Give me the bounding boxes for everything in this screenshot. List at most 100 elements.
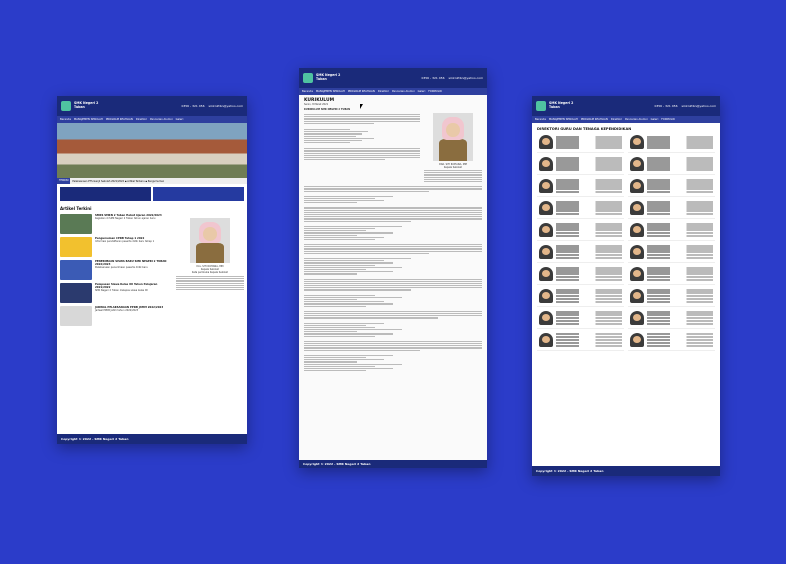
site-brand[interactable]: SMK Negeri 2 Tuban: [303, 73, 340, 83]
page-title: DIREKTORI GURU DAN TENAGA KEPENDIDIKAN: [537, 127, 632, 131]
staff-card[interactable]: [628, 287, 715, 307]
email-text: smkn2tbn@yahoo.com: [448, 76, 483, 80]
staff-card[interactable]: [628, 155, 715, 175]
footer-copyright: Copyright © 2022 - SMK Negeri 2 Tuban: [303, 462, 371, 466]
article-item[interactable]: Pengumuman CPDB Tahap 1 2022 Informasi pe…: [60, 237, 172, 257]
article-item[interactable]: PENERIMAAN SISWA BARU SMK NEGERI 2 TUBAN…: [60, 260, 172, 280]
footer-copyright: Copyright © 2022 - SMK Negeri 2 Tuban: [61, 437, 129, 441]
staff-avatar: [630, 244, 644, 259]
footer-copyright: Copyright © 2022 - SMK Negeri 2 Tuban: [536, 469, 604, 473]
staff-card[interactable]: [628, 221, 715, 241]
staff-card[interactable]: [537, 309, 624, 329]
ad-banner-right[interactable]: [153, 187, 244, 201]
main-nav: Beranda MANAJEMEN SEKOLAH PROGRAM KEAHLIAN…: [299, 88, 487, 95]
phone-text: 0356 - 321 456: [654, 104, 678, 108]
site-header: SMK Negeri 2 Tuban 0356 - 321 456 smkn2tbn…: [299, 68, 487, 88]
article-excerpt: Pelaksanaan penerimaan peserta didik bar…: [95, 266, 148, 269]
school-logo: [61, 101, 71, 111]
site-brand[interactable]: SMK Negeri 2 Tuban: [61, 101, 98, 111]
staff-avatar: [630, 200, 644, 215]
staff-card[interactable]: [537, 265, 624, 285]
staff-avatar: [630, 222, 644, 237]
nav-alumni[interactable]: Pencarian Alumni: [150, 118, 173, 121]
site-header: SMK Negeri 2 Tuban 0356 - 321 456 smkn2tbn…: [532, 96, 720, 116]
staff-card[interactable]: [537, 177, 624, 197]
site-header: SMK Negeri 2 Tuban 0356 - 321 456 smkn2tbn…: [57, 96, 247, 116]
staff-card[interactable]: [537, 221, 624, 241]
phone-text: 0356 - 321 456: [181, 104, 205, 108]
principal-photo: [433, 113, 473, 161]
main-nav: Beranda MANAJEMEN SEKOLAH PROGRAM KEAHLIAN…: [532, 116, 720, 123]
staff-avatar: [539, 288, 553, 303]
nav-manajemen[interactable]: MANAJEMEN SEKOLAH: [549, 118, 578, 121]
nav-galeri[interactable]: Galeri: [651, 118, 659, 121]
ad-banner-left[interactable]: [60, 187, 151, 201]
main-nav: Beranda MANAJEMEN SEKOLAH PROGRAM KEAHLIAN…: [57, 116, 247, 123]
article-item[interactable]: Pelepasan Siswa Kelas XII Tahun Pelajara…: [60, 283, 172, 303]
staff-avatar: [630, 332, 644, 347]
site-name-line2: Tuban: [316, 77, 327, 81]
nav-program[interactable]: PROGRAM KEAHLIAN: [581, 118, 608, 121]
staff-avatar: [539, 244, 553, 259]
site-footer: Copyright © 2022 - SMK Negeri 2 Tuban: [57, 434, 247, 444]
section-title: Artikel Terkini: [60, 206, 92, 211]
email-text: smkn2tbn@yahoo.com: [208, 104, 243, 108]
staff-card[interactable]: [537, 133, 624, 153]
site-name-line2: Tuban: [549, 105, 560, 109]
staff-card[interactable]: [628, 177, 715, 197]
staff-avatar: [539, 266, 553, 281]
staff-avatar: [539, 135, 553, 149]
staff-card[interactable]: [628, 199, 715, 219]
site-footer: Copyright © 2022 - SMK Negeri 2 Tuban: [299, 460, 487, 468]
nav-alumni[interactable]: Pencarian Alumni: [392, 90, 415, 93]
kurikulum-body: [304, 186, 482, 372]
article-item[interactable]: JADWAL PELAKSANAAN PPDB JATIM 2022/2023 J…: [60, 306, 172, 326]
staff-avatar: [630, 135, 644, 149]
nav-beranda[interactable]: Beranda: [302, 90, 313, 93]
direktori-screenshot: SMK Negeri 2 Tuban 0356 - 321 456 smkn2tbn…: [532, 96, 720, 476]
staff-card[interactable]: [628, 309, 715, 329]
nav-direktori[interactable]: Direktori: [378, 90, 389, 93]
staff-card[interactable]: [537, 331, 624, 351]
nav-galeri[interactable]: Galeri: [176, 118, 184, 121]
nav-galeri[interactable]: Galeri: [418, 90, 426, 93]
staff-card[interactable]: [628, 331, 715, 351]
staff-card[interactable]: [537, 199, 624, 219]
nav-program[interactable]: PROGRAM KEAHLIAN: [106, 118, 133, 121]
nav-beranda[interactable]: Beranda: [60, 118, 71, 121]
post-date: Senin, 8 Maret 2021: [304, 103, 329, 106]
site-brand[interactable]: SMK Negeri 2 Tuban: [536, 101, 573, 111]
staff-card[interactable]: [537, 155, 624, 175]
nav-direktori[interactable]: Direktori: [136, 118, 147, 121]
staff-card[interactable]: [537, 243, 624, 263]
site-name-line2: Tuban: [74, 105, 85, 109]
kurikulum-screenshot: SMK Negeri 2 Tuban 0356 - 321 456 smkn2tbn…: [299, 68, 487, 468]
school-logo: [303, 73, 313, 83]
article-item[interactable]: SMKS SMKN 2 Tuban Hebat Ajaran 2022/2023…: [60, 214, 172, 234]
nav-direktori[interactable]: Direktori: [611, 118, 622, 121]
nav-formulir[interactable]: FORMULIR: [428, 90, 441, 93]
article-excerpt: Kegiatan di SMK Negeri 2 Tuban tahun aja…: [95, 217, 156, 220]
nav-formulir[interactable]: FORMULIR: [661, 118, 674, 121]
nav-manajemen[interactable]: MANAJEMEN SEKOLAH: [316, 90, 345, 93]
staff-avatar: [630, 156, 644, 171]
nav-alumni[interactable]: Pencarian Alumni: [625, 118, 648, 121]
principal-role: Kepala Sekolah: [443, 166, 463, 169]
principal-caption: Kata pembuka Kepala Sekolah: [191, 271, 229, 274]
section-heading: KURIKULUM SMK NEGERI 2 TUBAN: [304, 108, 351, 111]
staff-avatar: [630, 266, 644, 281]
staff-avatar: [539, 222, 553, 237]
school-logo: [536, 101, 546, 111]
site-footer: Copyright © 2022 - SMK Negeri 2 Tuban: [532, 466, 720, 476]
email-text: smkn2tbn@yahoo.com: [681, 104, 716, 108]
nav-manajemen[interactable]: MANAJEMEN SEKOLAH: [74, 118, 103, 121]
staff-card[interactable]: [628, 133, 715, 153]
staff-card[interactable]: [628, 243, 715, 263]
ticker-text[interactable]: Pelaksanaan PTS Ganjil Sekolah 2021/2022…: [70, 180, 164, 183]
staff-card[interactable]: [628, 265, 715, 285]
nav-beranda[interactable]: Beranda: [535, 118, 546, 121]
staff-avatar: [539, 310, 553, 325]
ticker-label: TERKINI: [57, 178, 71, 184]
nav-program[interactable]: PROGRAM KEAHLIAN: [348, 90, 375, 93]
staff-card[interactable]: [537, 287, 624, 307]
